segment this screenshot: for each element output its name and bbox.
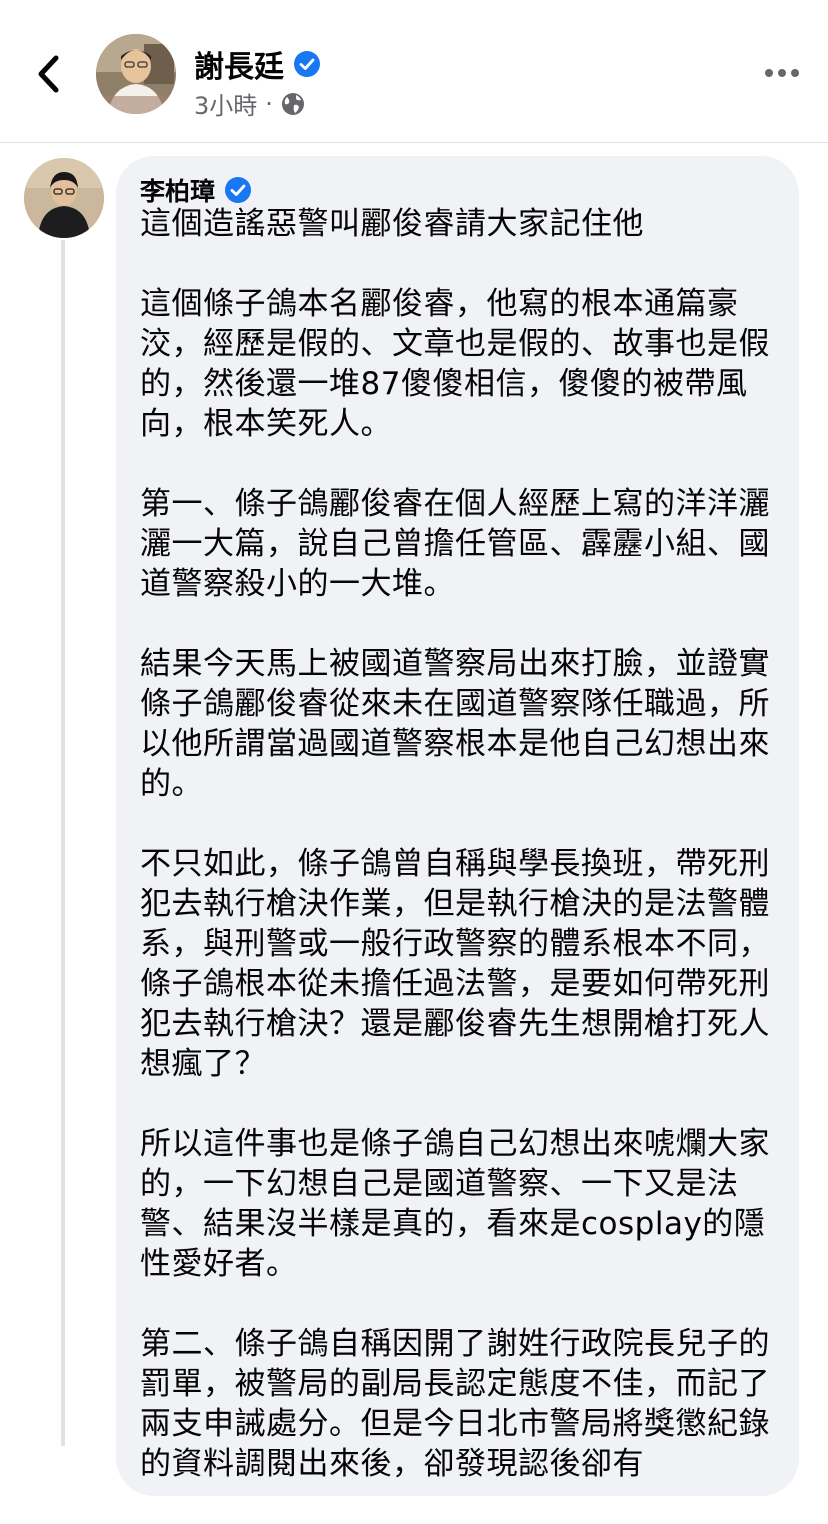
comment-paragraph: 不只如此，條子鴿曾自稱與學長換班，帶死刑犯去執行槍決作業，但是執行槍決的是法警體…: [140, 846, 770, 1082]
globe-icon: [281, 92, 304, 115]
comment-paragraph: 所以這件事也是條子鴿自己幻想出來唬爛大家的，一下幻想自己是國道警察、一下又是法警…: [140, 1126, 770, 1282]
commenter-name[interactable]: 李柏璋: [140, 172, 215, 208]
comment-bubble: 李柏璋 這個造謠惡警叫酈俊睿請大家記住他 這個條子鴿本名酈俊睿，他寫的根本通篇豪…: [116, 156, 799, 1496]
chevron-left-icon: [38, 55, 59, 93]
verified-badge-icon: [225, 177, 252, 203]
comment-paragraph: 結果今天馬上被國道警察局出來打臉，並證實條子鴿酈俊睿從來未在國道警察隊任職過，所…: [140, 646, 770, 802]
verified-badge-icon: [294, 51, 320, 77]
commenter-avatar[interactable]: [24, 158, 104, 238]
reply-thread-line: [61, 240, 65, 1446]
post-time[interactable]: 3小時: [194, 86, 257, 121]
post-meta: 3小時 ·: [194, 86, 305, 121]
author-avatar[interactable]: [96, 34, 176, 114]
comment-paragraph: 第二、條子鴿自稱因開了謝姓行政院長兒子的罰單，被警局的副局長認定態度不佳，而記了…: [140, 1326, 770, 1482]
comment-body: 這個造謠惡警叫酈俊睿請大家記住他 這個條子鴿本名酈俊睿，他寫的根本通篇豪洨，經歷…: [140, 204, 780, 1524]
comment-paragraph: 第一、條子鴿酈俊睿在個人經歷上寫的洋洋灑灑一大篇，說自己曾擔任管區、霹靂小組、國…: [140, 486, 770, 602]
post-header: 謝長廷 3小時 ·: [0, 0, 828, 143]
author-name-row: 謝長廷: [194, 42, 320, 86]
more-horizontal-icon: [765, 69, 799, 77]
comment-paragraph: 這個條子鴿本名酈俊睿，他寫的根本通篇豪洨，經歷是假的、文章也是假的、故事也是假的…: [140, 286, 770, 442]
back-button[interactable]: [30, 52, 66, 96]
comment-paragraph: 這個造謠惡警叫酈俊睿請大家記住他: [140, 206, 644, 242]
commenter-name-row: 李柏璋: [140, 172, 252, 208]
author-name[interactable]: 謝長廷: [194, 42, 284, 86]
meta-separator: ·: [265, 89, 273, 118]
more-options-button[interactable]: [760, 58, 804, 88]
